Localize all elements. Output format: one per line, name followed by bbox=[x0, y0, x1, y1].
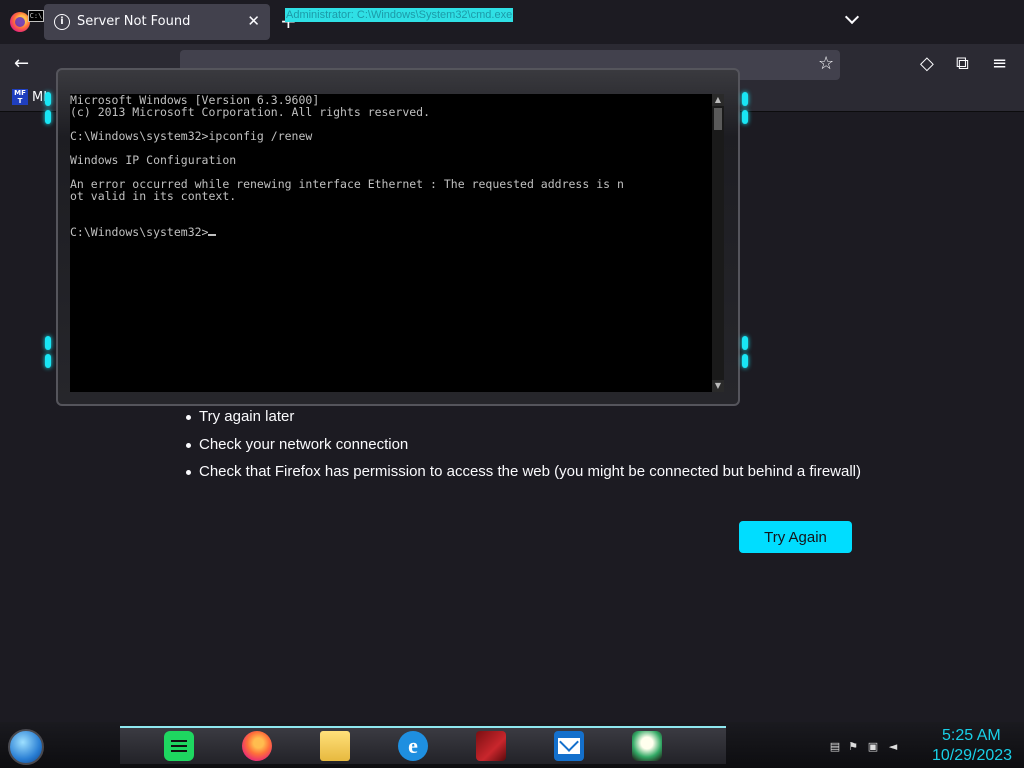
pocket-icon[interactable]: ◇ bbox=[920, 53, 934, 74]
scroll-thumb[interactable] bbox=[714, 108, 722, 130]
firefox-logo-icon[interactable] bbox=[10, 12, 30, 32]
network-icon[interactable]: ▣ bbox=[866, 740, 880, 754]
scroll-up-arrow-icon[interactable]: ▲ bbox=[712, 94, 724, 106]
cmd-system-menu-icon[interactable]: C:\ bbox=[28, 10, 44, 22]
frame-glow-accent bbox=[742, 354, 748, 368]
spotify-icon[interactable] bbox=[164, 731, 194, 761]
file-explorer-icon[interactable] bbox=[320, 731, 350, 761]
taskbar: e ▤ ⚑ ▣ ◄ bbox=[0, 722, 1024, 768]
list-item: Check that Firefox has permission to acc… bbox=[184, 463, 861, 491]
console-output: Microsoft Windows [Version 6.3.9600] (c) … bbox=[70, 94, 720, 238]
red-app-icon[interactable] bbox=[476, 731, 506, 761]
console-line: Windows IP Configuration bbox=[70, 153, 237, 167]
firefox-icon[interactable] bbox=[242, 731, 272, 761]
text-cursor bbox=[208, 234, 217, 236]
tab-bar: i Server Not Found ✕ + bbox=[0, 0, 1024, 44]
suggestion-list: Try again later Check your network conne… bbox=[184, 408, 861, 491]
console-prompt: C:\Windows\system32> bbox=[70, 225, 209, 239]
console-line: ot valid in its context. bbox=[70, 189, 237, 203]
frame-glow-accent bbox=[742, 92, 748, 106]
bookmark-favicon: MF T bbox=[12, 89, 28, 105]
mail-icon[interactable] bbox=[554, 731, 584, 761]
list-all-tabs-chevron-down-icon[interactable] bbox=[845, 12, 861, 28]
back-button[interactable]: ← bbox=[14, 53, 29, 74]
console-prompt-line: C:\Windows\system32> bbox=[70, 226, 720, 238]
cmd-window-title[interactable]: Administrator: C:\Windows\System32\cmd.e… bbox=[285, 8, 514, 22]
volume-icon[interactable]: ◄ bbox=[886, 740, 900, 754]
list-item: Try again later bbox=[184, 408, 861, 436]
frame-glow-accent bbox=[742, 336, 748, 350]
bookmark-star-icon[interactable]: ☆ bbox=[818, 53, 834, 74]
tab-title: Server Not Found bbox=[77, 14, 191, 29]
extensions-icon[interactable]: ⧉ bbox=[956, 53, 969, 74]
flower-app-icon[interactable] bbox=[632, 731, 662, 761]
frame-glow-accent bbox=[45, 92, 51, 106]
frame-glow-accent bbox=[45, 336, 51, 350]
try-again-button[interactable]: Try Again bbox=[739, 521, 852, 553]
tab-close-button[interactable]: ✕ bbox=[247, 12, 260, 30]
cmd-scrollbar[interactable]: ▲ ▼ bbox=[712, 94, 724, 392]
tab-server-not-found[interactable]: i Server Not Found ✕ bbox=[44, 4, 270, 40]
scroll-down-arrow-icon[interactable]: ▼ bbox=[712, 380, 724, 392]
start-button[interactable] bbox=[8, 729, 44, 765]
menu-hamburger-icon[interactable]: ≡ bbox=[992, 53, 1007, 74]
tray-app-icon[interactable]: ▤ bbox=[828, 740, 842, 754]
console-line: C:\Windows\system32>ipconfig /renew bbox=[70, 129, 313, 143]
clock-time[interactable]: 5:25 AM bbox=[942, 727, 1001, 745]
frame-glow-accent bbox=[742, 110, 748, 124]
flag-action-center-icon[interactable]: ⚑ bbox=[846, 740, 860, 754]
clock-date[interactable]: 10/29/2023 bbox=[932, 747, 1012, 765]
internet-explorer-icon[interactable]: e bbox=[398, 731, 428, 761]
console-line: (c) 2013 Microsoft Corporation. All righ… bbox=[70, 105, 431, 119]
frame-glow-accent bbox=[45, 354, 51, 368]
info-icon: i bbox=[54, 14, 70, 30]
list-item: Check your network connection bbox=[184, 436, 861, 464]
frame-glow-accent bbox=[45, 110, 51, 124]
